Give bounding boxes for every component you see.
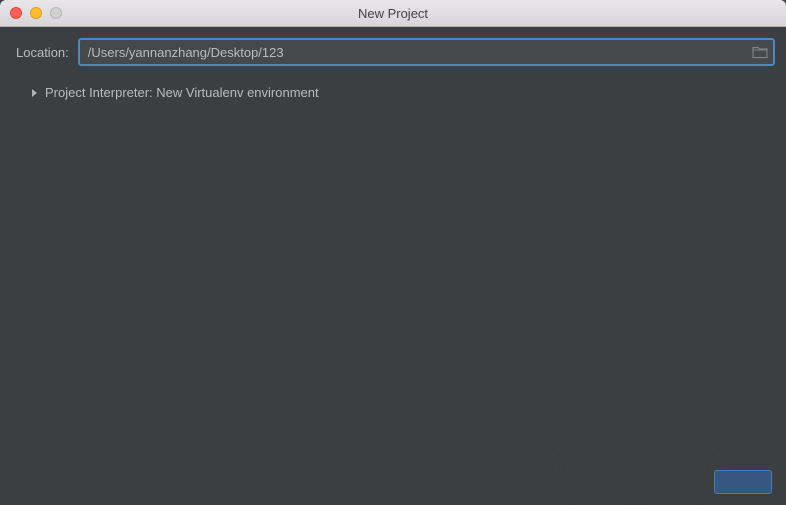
location-input-wrapper [79,39,774,65]
location-row: Location: [0,27,786,75]
location-label: Location: [16,45,69,60]
dialog-content: Location: Project Interpreter: New Virtu… [0,27,786,505]
create-button[interactable] [714,470,772,494]
chevron-right-icon [32,89,37,97]
folder-icon[interactable] [752,46,768,59]
window-controls [0,7,62,19]
location-input[interactable] [79,39,774,65]
interpreter-label: Project Interpreter: New Virtualenv envi… [45,85,319,100]
interpreter-disclosure[interactable]: Project Interpreter: New Virtualenv envi… [0,75,786,108]
maximize-button [50,7,62,19]
window-title: New Project [0,6,786,21]
minimize-button[interactable] [30,7,42,19]
close-button[interactable] [10,7,22,19]
dialog-footer [0,459,786,505]
spacer [0,108,786,459]
titlebar: New Project [0,0,786,27]
